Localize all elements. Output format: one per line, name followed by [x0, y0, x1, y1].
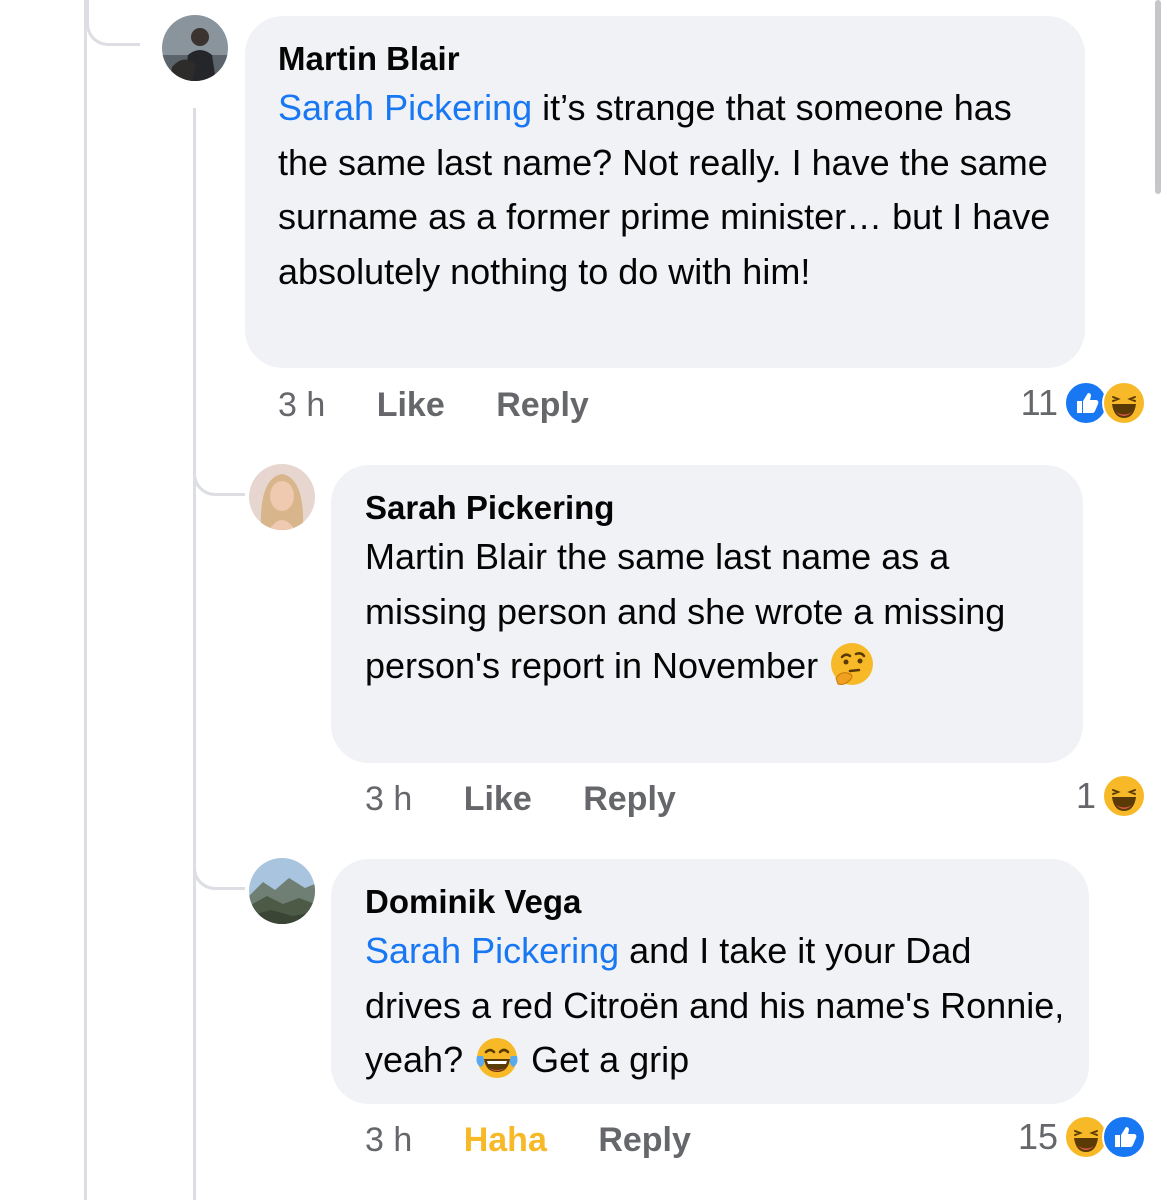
thread-connector-top: [86, 0, 140, 46]
thread-connector-reply-2: [193, 834, 245, 890]
thread-line-replies: [193, 108, 196, 1200]
reply-button[interactable]: Reply: [598, 1121, 691, 1159]
haha-reaction-button[interactable]: Haha: [464, 1121, 547, 1159]
reaction-summary[interactable]: 11: [1021, 380, 1146, 426]
comment-body: Martin Blair the same last name as a mis…: [365, 536, 1006, 686]
like-icon: [1102, 1115, 1146, 1159]
reply-button[interactable]: Reply: [496, 386, 589, 424]
haha-icon: [1102, 381, 1146, 425]
thinking-face-emoji: [828, 640, 876, 688]
reply-button[interactable]: Reply: [583, 780, 676, 818]
tears-of-joy-emoji: [473, 1034, 521, 1082]
mention-link[interactable]: Sarah Pickering: [365, 930, 619, 971]
comment-actions: 3 h Like Reply: [278, 385, 589, 425]
avatar-dominik-vega[interactable]: [249, 858, 315, 924]
haha-icon: [1102, 774, 1146, 818]
comment-actions: 3 h Like Reply: [365, 779, 676, 819]
avatar-martin-blair[interactable]: [162, 15, 228, 81]
comment-author[interactable]: Dominik Vega: [365, 883, 581, 921]
scrollbar[interactable]: [1155, 0, 1161, 194]
like-button[interactable]: Like: [377, 386, 445, 424]
comment-actions: 3 h Haha Reply: [365, 1120, 691, 1160]
comment-time[interactable]: 3 h: [365, 780, 412, 818]
comment-text: Sarah Pickering and I take it your Dad d…: [365, 924, 1070, 1088]
comment-author[interactable]: Martin Blair: [278, 40, 460, 78]
avatar-sarah-pickering[interactable]: [249, 464, 315, 530]
mention-link[interactable]: Sarah Pickering: [278, 87, 532, 128]
thread-connector-reply-1: [193, 440, 245, 496]
reaction-summary[interactable]: 15: [1018, 1114, 1146, 1160]
comment-time[interactable]: 3 h: [278, 386, 325, 424]
comment-time[interactable]: 3 h: [365, 1121, 412, 1159]
comment-text: Martin Blair the same last name as a mis…: [365, 530, 1065, 694]
comment-text: Sarah Pickering it’s strange that someon…: [278, 81, 1068, 299]
thread-line-outer: [84, 0, 87, 1200]
reaction-count: 1: [1075, 775, 1096, 816]
reaction-count: 15: [1017, 1116, 1058, 1157]
like-button[interactable]: Like: [464, 780, 532, 818]
reaction-summary[interactable]: 1: [1076, 773, 1146, 819]
comment-body-end: Get a grip: [521, 1039, 690, 1080]
comment-author[interactable]: Sarah Pickering: [365, 489, 614, 527]
reaction-count: 11: [1020, 382, 1058, 423]
